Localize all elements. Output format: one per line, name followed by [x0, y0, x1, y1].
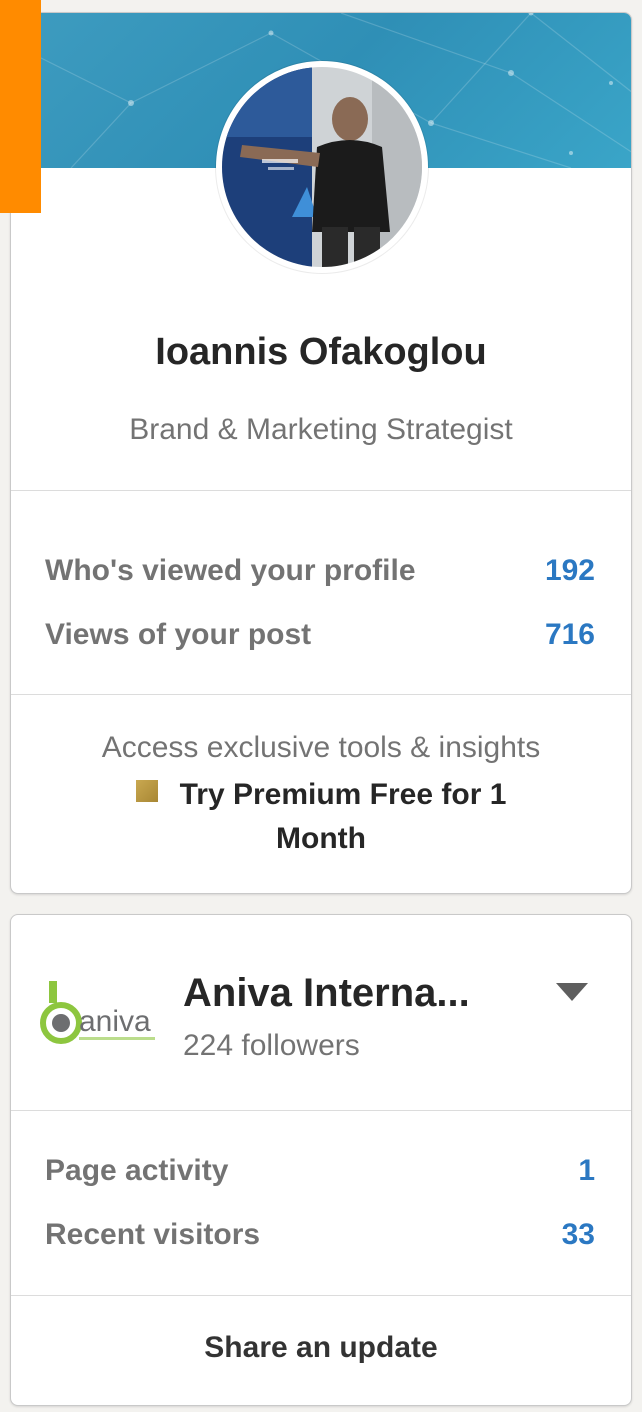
company-name[interactable]: Aniva Interna... — [183, 971, 470, 1016]
share-update-button[interactable]: Share an update — [11, 1315, 631, 1381]
divider — [11, 1295, 631, 1296]
premium-cta-link[interactable]: Try Premium Free for 1 Month — [91, 773, 551, 861]
stat-value: 33 — [561, 1218, 595, 1251]
corner-tab — [0, 0, 41, 213]
premium-square-icon — [135, 780, 158, 802]
caret-down-icon[interactable] — [556, 983, 588, 1003]
divider — [11, 694, 631, 695]
stat-label: Page activity — [45, 1154, 229, 1187]
aniva-logo[interactable]: aniva — [39, 977, 163, 1049]
stat-row-profile-views[interactable]: Who's viewed your profile 192 — [45, 551, 595, 591]
stat-value: 1 — [578, 1154, 595, 1187]
stat-label: Who's viewed your profile — [45, 554, 416, 587]
premium-hint: Access exclusive tools & insights — [101, 731, 541, 764]
profile-photo — [222, 67, 422, 267]
profile-avatar[interactable] — [216, 61, 428, 273]
premium-cta-label: Try Premium Free for 1 Month — [179, 778, 507, 855]
company-page-card: aniva Aniva Interna... 224 followers Pag… — [10, 914, 632, 1406]
profile-headline: Brand & Marketing Strategist — [129, 413, 513, 446]
stat-row-page-activity[interactable]: Page activity 1 — [45, 1151, 595, 1191]
stat-value: 192 — [544, 554, 595, 587]
logo-text: aniva — [79, 1005, 151, 1038]
stat-label: Views of your post — [45, 618, 312, 651]
stat-value: 716 — [544, 618, 595, 651]
profile-name[interactable]: Ioannis Ofakoglou — [11, 331, 631, 374]
divider — [11, 490, 631, 491]
company-followers: 224 followers — [183, 1029, 360, 1062]
stat-label: Recent visitors — [45, 1218, 261, 1251]
profile-card: Ioannis Ofakoglou Brand & Marketing Stra… — [10, 12, 632, 894]
divider — [11, 1110, 631, 1111]
stat-row-recent-visitors[interactable]: Recent visitors 33 — [45, 1215, 595, 1255]
stat-row-post-views[interactable]: Views of your post 716 — [45, 615, 595, 655]
